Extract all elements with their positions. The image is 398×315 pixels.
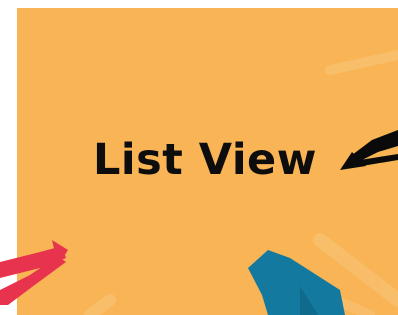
slide: List View [0, 0, 398, 315]
page-title: List View [93, 135, 317, 185]
